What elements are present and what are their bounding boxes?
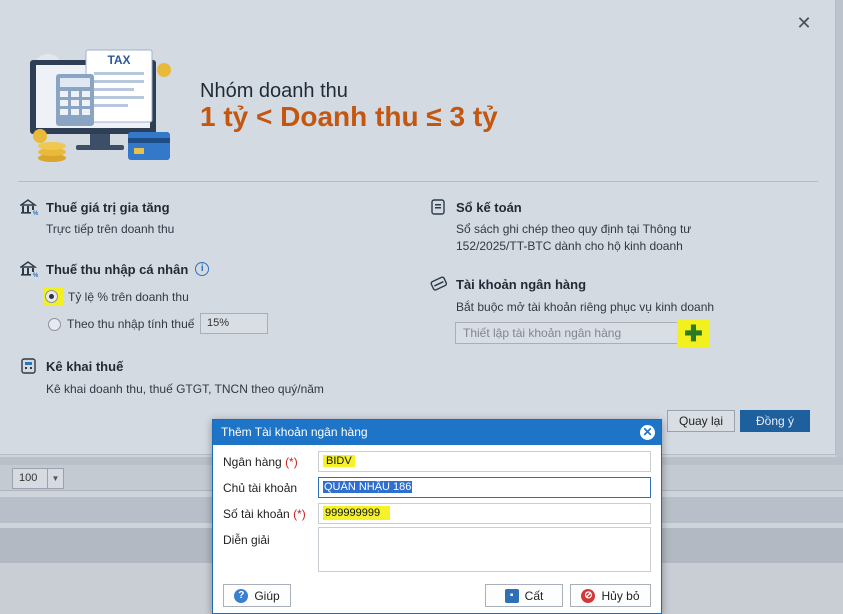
vat-section: % Thuế giá trị gia tăng Trực tiếp trên d… bbox=[20, 199, 174, 238]
vat-title: Thuế giá trị gia tăng bbox=[46, 199, 170, 215]
pit-option-rate-label: Tỷ lệ % trên doanh thu bbox=[68, 289, 189, 304]
bank-tax-icon: % bbox=[20, 199, 38, 215]
help-icon: ? bbox=[234, 588, 249, 603]
dialog-titlebar: Thêm Tài khoản ngân hàng ✕ bbox=[213, 420, 661, 445]
save-icon: ▪ bbox=[504, 588, 519, 603]
info-icon[interactable]: i bbox=[195, 262, 210, 276]
bank-account-select[interactable]: Thiết lập tài khoản ngân hàng bbox=[455, 322, 687, 344]
revenue-group-value: 1 tỷ < Doanh thu ≤ 3 tỷ bbox=[200, 101, 498, 132]
bank-title: Tài khoản ngân hàng bbox=[456, 276, 587, 292]
bank-name-row: Ngân hàng (*) bbox=[223, 455, 319, 469]
save-button[interactable]: ▪ Cất bbox=[485, 584, 563, 607]
svg-text:%: % bbox=[33, 211, 38, 215]
required-mark: (*) bbox=[293, 507, 306, 521]
help-button[interactable]: ? Giúp bbox=[223, 584, 291, 607]
note-label: Diễn giải bbox=[223, 533, 270, 547]
ledger-desc-line1: Sổ sách ghi chép theo quy định tại Thông… bbox=[456, 222, 692, 236]
plus-icon: ✚ bbox=[684, 320, 703, 346]
bank-section: Tài khoản ngân hàng Bắt buộc mở tài khoả… bbox=[430, 276, 714, 316]
card-icon bbox=[430, 276, 448, 291]
account-number-row: Số tài khoản (*) bbox=[223, 507, 319, 521]
account-holder-input[interactable]: QUÁN NHẬU 186 bbox=[318, 477, 651, 498]
radio-unselected[interactable] bbox=[48, 317, 61, 331]
pit-rate-input[interactable]: 15% bbox=[200, 313, 268, 334]
revenue-group-dialog: ✕ TAX Nhóm doanh thu 1 tỷ < Doanh thu ≤ … bbox=[0, 0, 836, 455]
cancel-icon: ⊘ bbox=[581, 588, 596, 603]
revenue-group-label: Nhóm doanh thu bbox=[200, 80, 348, 102]
bank-name-label: Ngân hàng bbox=[223, 455, 282, 469]
pit-option-income-label: Theo thu nhập tính thuế bbox=[67, 317, 195, 331]
pit-title: Thuế thu nhập cá nhân bbox=[46, 261, 189, 277]
calculator-icon bbox=[21, 358, 36, 374]
bank-desc: Bắt buộc mở tài khoản riêng phục vụ kinh… bbox=[456, 300, 715, 314]
pit-option-rate[interactable]: Tỷ lệ % trên doanh thu bbox=[43, 287, 189, 306]
svg-text:TAX: TAX bbox=[107, 53, 130, 67]
background-scrollbar bbox=[836, 0, 843, 460]
declaration-desc: Kê khai doanh thu, thuế GTGT, TNCN theo … bbox=[46, 382, 324, 396]
ledger-title: Sổ kế toán bbox=[456, 199, 522, 215]
add-bank-account-dialog: Thêm Tài khoản ngân hàng ✕ Ngân hàng (*)… bbox=[212, 419, 662, 614]
svg-text:%: % bbox=[33, 273, 38, 277]
account-holder-row: Chủ tài khoản bbox=[223, 481, 319, 495]
ledger-section: Sổ kế toán Sổ sách ghi chép theo quy địn… bbox=[430, 199, 691, 255]
pit-section: % Thuế thu nhập cá nhân i bbox=[20, 261, 210, 277]
bank-name-input[interactable]: BIDV bbox=[318, 451, 651, 472]
chevron-down-icon: ▼ bbox=[47, 469, 63, 488]
radio-selected[interactable] bbox=[45, 290, 58, 303]
page-size-select[interactable]: 100 ▼ bbox=[12, 468, 64, 489]
close-icon[interactable]: ✕ bbox=[640, 425, 655, 440]
note-textarea[interactable] bbox=[318, 527, 651, 572]
back-button[interactable]: Quay lại bbox=[667, 410, 735, 432]
ledger-book-icon bbox=[431, 199, 445, 215]
add-bank-account-button[interactable]: ✚ bbox=[677, 320, 710, 347]
required-mark: (*) bbox=[285, 455, 298, 469]
ledger-desc-line2: 152/2025/TT-BTC dành cho hộ kinh doanh bbox=[456, 239, 683, 253]
note-row: Diễn giải bbox=[223, 533, 319, 547]
divider bbox=[18, 181, 818, 182]
bank-tax-icon: % bbox=[20, 261, 38, 277]
pit-option-income[interactable]: Theo thu nhập tính thuế bbox=[48, 317, 194, 331]
account-number-input[interactable]: 999999999 bbox=[318, 503, 651, 524]
dialog-title: Thêm Tài khoản ngân hàng bbox=[221, 425, 368, 439]
vat-desc: Trực tiếp trên doanh thu bbox=[46, 222, 175, 236]
cancel-button[interactable]: ⊘ Hủy bỏ bbox=[570, 584, 651, 607]
close-icon[interactable]: ✕ bbox=[795, 14, 813, 32]
account-number-label: Số tài khoản bbox=[223, 507, 290, 521]
ok-button[interactable]: Đồng ý bbox=[740, 410, 810, 432]
declaration-title: Kê khai thuế bbox=[46, 358, 124, 374]
tax-illustration-icon: TAX bbox=[30, 49, 171, 162]
account-holder-label: Chủ tài khoản bbox=[223, 481, 298, 495]
declaration-section: Kê khai thuế Kê khai doanh thu, thuế GTG… bbox=[20, 358, 324, 398]
